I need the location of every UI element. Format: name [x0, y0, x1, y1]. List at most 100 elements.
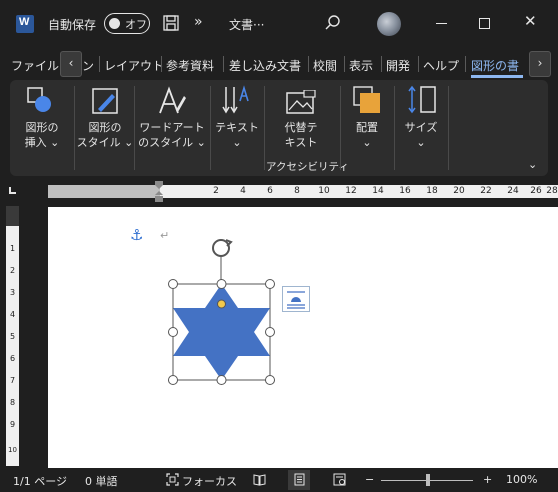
- ruler-number: 3: [9, 288, 16, 297]
- toggle-knob: [109, 18, 120, 29]
- shape-style-icon: [92, 88, 118, 114]
- document-page[interactable]: [48, 207, 558, 468]
- ruler-number: 2: [9, 266, 16, 275]
- tab-separator: [381, 56, 382, 72]
- group-separator: [134, 86, 135, 170]
- ruler-number: 14: [372, 186, 384, 196]
- ruler-left-margin: [48, 185, 160, 198]
- size-dropdown: ⌄: [416, 136, 426, 149]
- more-commands-icon[interactable]: »: [194, 14, 203, 30]
- ruler-number: 26: [530, 186, 542, 196]
- read-mode-icon[interactable]: [253, 473, 266, 486]
- search-icon[interactable]: [324, 14, 342, 32]
- insert-shape-label-1: 図形の: [25, 121, 59, 134]
- text-dropdown: ⌄: [232, 136, 242, 149]
- arrange-button[interactable]: 配置 ⌄: [342, 80, 392, 176]
- tab-selector-icon[interactable]: [9, 187, 16, 194]
- focus-icon[interactable]: [166, 473, 179, 486]
- arrange-label: 配置: [356, 121, 378, 134]
- tab-separator: [418, 56, 419, 72]
- tab-scroll-right-button[interactable]: ›: [529, 51, 551, 77]
- alt-text-label-1: 代替テ: [284, 121, 318, 134]
- ruler-number: 1: [9, 244, 16, 253]
- size-icon: [408, 85, 436, 114]
- text-direction-icon: [222, 85, 249, 114]
- tab-references[interactable]: 参考資料: [166, 57, 214, 74]
- insert-shape-label-2: 挿入 ⌄: [24, 136, 60, 149]
- ruler-number: 4: [9, 310, 16, 319]
- tab-separator: [465, 56, 466, 72]
- alt-text-label-2: キスト: [284, 136, 318, 149]
- tab-review[interactable]: 校閲: [313, 57, 337, 74]
- shape-styles-button[interactable]: 図形の スタイル ⌄: [76, 80, 134, 176]
- tab-mailings[interactable]: 差し込み文書: [229, 57, 301, 74]
- insert-shape-button[interactable]: 図形の 挿入 ⌄: [10, 80, 74, 176]
- tab-separator: [308, 56, 309, 72]
- layout-options-button[interactable]: [282, 286, 310, 312]
- tab-help[interactable]: ヘルプ: [423, 57, 459, 74]
- user-avatar[interactable]: [377, 12, 401, 36]
- ribbon-tabs: ファイル ン レイアウト 参考資料 差し込み文書 校閲 表示 開発 ヘルプ 図形…: [0, 48, 558, 78]
- zoom-level[interactable]: 100%: [506, 473, 537, 486]
- indent-marker-icon[interactable]: [154, 181, 164, 205]
- tab-file[interactable]: ファイル: [11, 57, 59, 74]
- arrange-dropdown: ⌄: [362, 136, 372, 149]
- web-layout-icon[interactable]: [333, 473, 346, 486]
- wordart-label-1: ワードアート: [139, 121, 205, 134]
- status-bar: 1/1 ページ 0 単語 フォーカス − + 100%: [0, 468, 558, 492]
- wordart-styles-button[interactable]: ワードアート のスタイル ⌄: [136, 80, 208, 176]
- text-button[interactable]: テキスト ⌄: [212, 80, 262, 176]
- group-separator: [448, 86, 449, 170]
- size-button[interactable]: サイズ ⌄: [396, 80, 446, 176]
- tab-separator: [344, 56, 345, 72]
- ruler-number: 18: [426, 186, 438, 196]
- tab-separator: [223, 56, 224, 72]
- tab-insert-partial[interactable]: ン: [82, 57, 94, 74]
- zoom-in-button[interactable]: +: [483, 473, 492, 486]
- toggle-state: オフ: [125, 18, 147, 31]
- ruler-number: 24: [507, 186, 519, 196]
- autosave-toggle[interactable]: オフ: [104, 13, 150, 34]
- wordart-icon: [159, 86, 186, 114]
- focus-label[interactable]: フォーカス: [182, 473, 237, 489]
- ruler-number: 9: [9, 420, 16, 429]
- page-count[interactable]: 1/1 ページ: [13, 473, 67, 489]
- tab-scroll-left-button[interactable]: ‹: [60, 51, 82, 77]
- group-separator: [340, 86, 341, 170]
- save-icon[interactable]: [163, 15, 179, 31]
- close-icon[interactable]: ✕: [524, 14, 537, 29]
- group-separator: [264, 86, 265, 170]
- wordart-label-2: のスタイル ⌄: [138, 136, 206, 149]
- title-bar: W 自動保存 オフ » 文書··· ✕: [0, 0, 558, 48]
- ruler-number: 6: [267, 186, 273, 196]
- ruler-number: 8: [9, 398, 16, 407]
- accessibility-group-label: アクセシビリティ: [266, 161, 349, 173]
- tab-view[interactable]: 表示: [349, 57, 373, 74]
- tab-developer[interactable]: 開発: [386, 57, 410, 74]
- maximize-icon[interactable]: [479, 18, 490, 29]
- active-tab-indicator: [471, 75, 523, 78]
- tab-layout[interactable]: レイアウト: [104, 57, 164, 74]
- ruler-number: 7: [9, 376, 16, 385]
- ruler-number: 10: [318, 186, 330, 196]
- ruler-number: 10: [8, 446, 17, 454]
- ruler-number: 4: [240, 186, 246, 196]
- selected-star-shape[interactable]: [160, 234, 285, 394]
- word-count[interactable]: 0 単語: [85, 473, 118, 489]
- group-separator: [210, 86, 211, 170]
- zoom-slider-thumb[interactable]: [426, 474, 430, 486]
- tab-shape-format[interactable]: 図形の書: [471, 57, 519, 74]
- group-separator: [394, 86, 395, 170]
- vertical-ruler-active-area: [6, 226, 19, 466]
- minimize-icon[interactable]: [436, 23, 447, 24]
- collapse-ribbon-chevron-icon[interactable]: ⌄: [528, 158, 537, 171]
- zoom-out-button[interactable]: −: [365, 473, 374, 486]
- star-shape: [173, 284, 270, 380]
- group-separator: [74, 86, 75, 170]
- document-title[interactable]: 文書···: [229, 16, 264, 33]
- ruler-number: 22: [480, 186, 492, 196]
- ruler-number: 8: [294, 186, 300, 196]
- ribbon-panel: 図形の 挿入 ⌄ 図形の スタイル ⌄ ワードアート のスタイル ⌄ テキスト: [10, 80, 548, 176]
- tab-separator: [161, 56, 162, 72]
- tab-separator: [99, 56, 100, 72]
